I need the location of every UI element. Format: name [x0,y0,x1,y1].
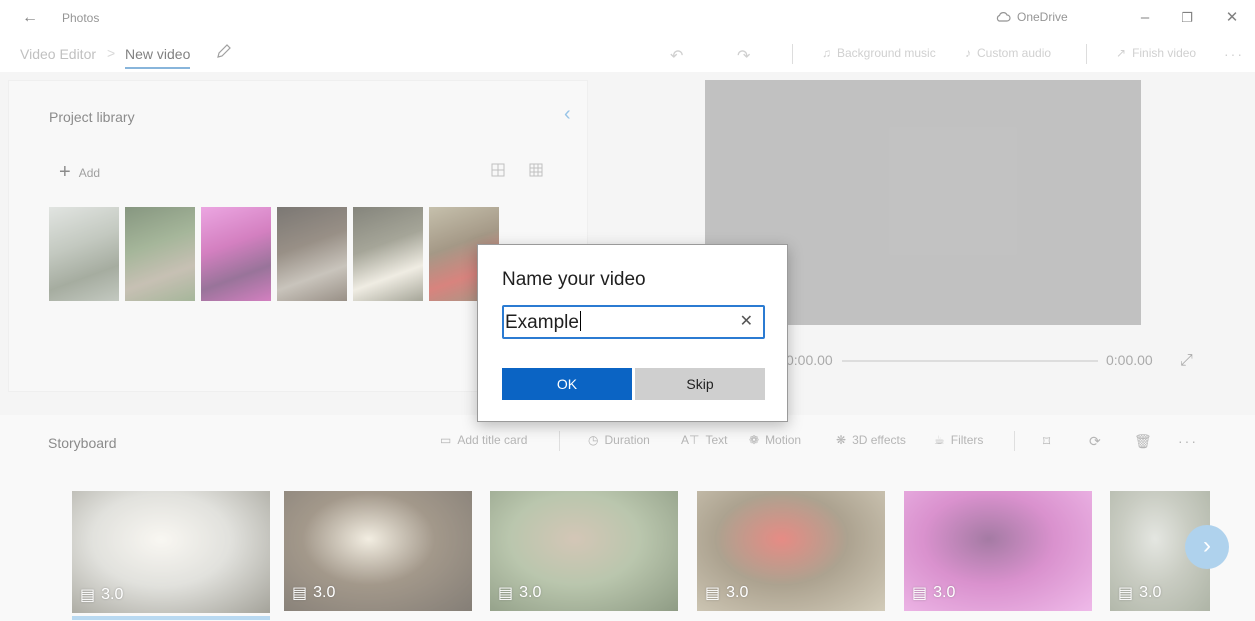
ok-button[interactable]: OK [502,368,632,400]
dialog-title: Name your video [502,269,646,290]
skip-button[interactable]: Skip [635,368,765,400]
video-name-value: Example [505,312,579,333]
name-video-dialog: Name your video Example ✕ OK Skip [477,244,788,422]
video-name-input[interactable]: Example ✕ [502,305,765,339]
clear-input-icon[interactable]: ✕ [740,311,753,331]
text-caret [579,311,581,331]
